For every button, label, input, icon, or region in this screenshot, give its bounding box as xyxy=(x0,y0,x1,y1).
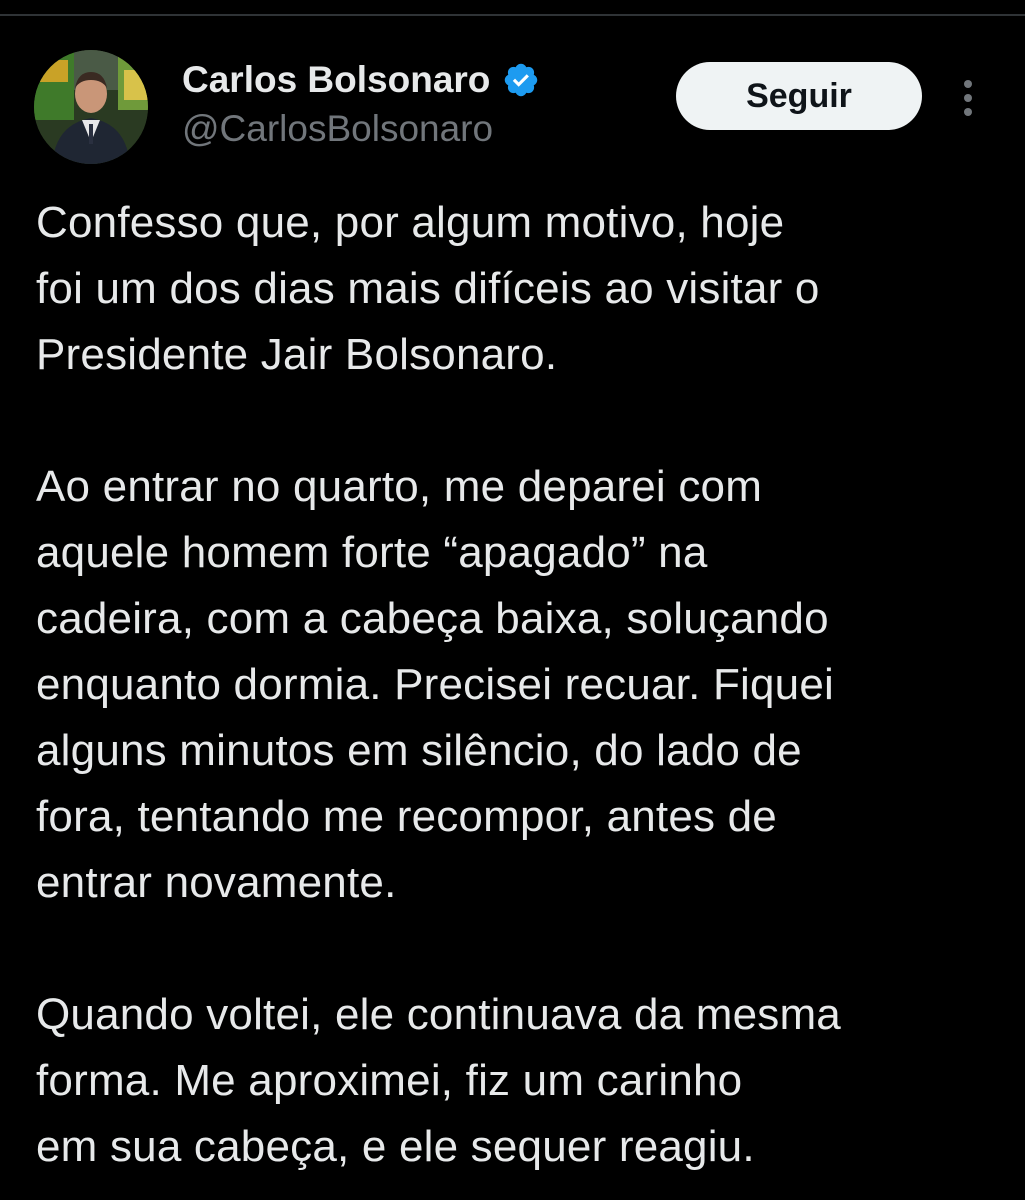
tweet-text-line: aquele homem forte “apagado” na xyxy=(36,528,708,577)
author-display-name[interactable]: Carlos Bolsonaro xyxy=(182,59,490,101)
tweet-text-line: Quando voltei, ele continuava da mesma xyxy=(36,990,841,1039)
more-options-icon[interactable] xyxy=(950,74,986,122)
tweet-text: Confesso que, por algum motivo, hoje foi… xyxy=(36,190,1006,1200)
tweet-text-line: fora, tentando me recompor, antes de xyxy=(36,792,777,841)
profile-photo xyxy=(34,50,148,164)
tweet-text-line: Presidente Jair Bolsonaro. xyxy=(36,330,558,379)
tweet-text-line: cadeira, com a cabeça baixa, soluçando xyxy=(36,594,829,643)
tweet-text-line: alguns minutos em silêncio, do lado de xyxy=(36,726,802,775)
tweet: Carlos Bolsonaro @CarlosBolsonaro Seguir… xyxy=(0,0,1025,1200)
tweet-text-line: entrar novamente. xyxy=(36,858,397,907)
tweet-paragraph: Ao entrar no quarto, me deparei com aque… xyxy=(36,454,1006,916)
tweet-text-line: em sua cabeça, e ele sequer reagiu. xyxy=(36,1122,755,1171)
author-avatar[interactable] xyxy=(34,50,148,164)
tweet-paragraph: Confesso que, por algum motivo, hoje foi… xyxy=(36,190,1006,388)
tweet-text-line: forma. Me aproximei, fiz um carinho xyxy=(36,1056,743,1105)
author-handle[interactable]: @CarlosBolsonaro xyxy=(182,108,493,150)
author-name-row: Carlos Bolsonaro xyxy=(182,56,540,104)
tweet-text-line: foi um dos dias mais difíceis ao visitar… xyxy=(36,264,820,313)
tweet-text-line: enquanto dormia. Precisei recuar. Fiquei xyxy=(36,660,834,709)
tweet-text-line: Ao entrar no quarto, me deparei com xyxy=(36,462,763,511)
verified-badge-icon[interactable] xyxy=(502,61,540,99)
tweet-paragraph: Quando voltei, ele continuava da mesma f… xyxy=(36,982,1006,1180)
tweet-text-line: Confesso que, por algum motivo, hoje xyxy=(36,198,785,247)
follow-button[interactable]: Seguir xyxy=(676,62,922,130)
